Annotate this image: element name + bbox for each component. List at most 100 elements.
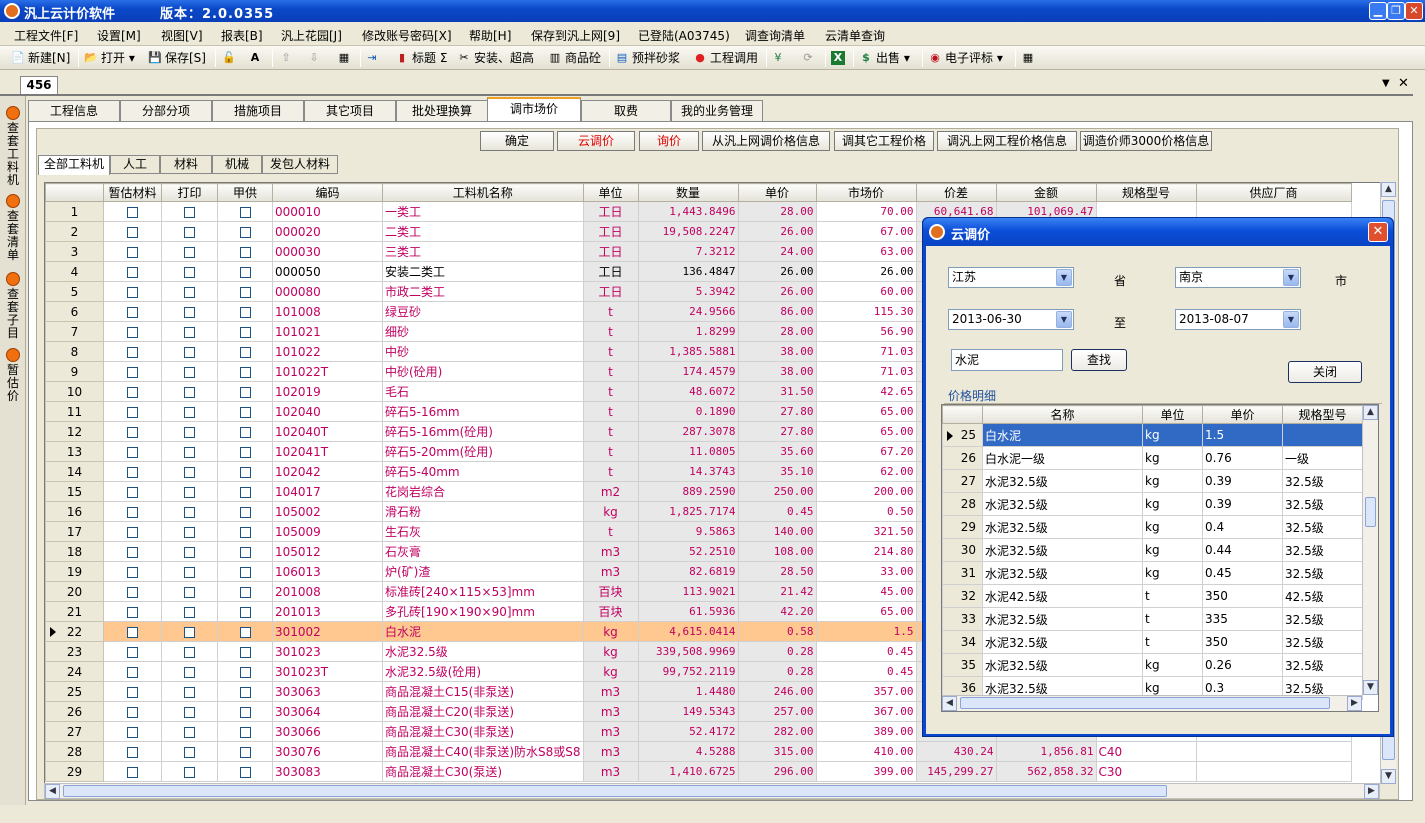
cost-engineer-price-button[interactable]: 调造价师3000价格信息 [1080, 131, 1212, 151]
print-checkbox[interactable] [161, 761, 218, 782]
checkbox[interactable] [184, 566, 195, 578]
detail-row[interactable]: 31 水泥32.5级 kg 0.45 32.5级 [942, 561, 1363, 585]
checkbox[interactable] [127, 246, 138, 258]
owner-supply-checkbox[interactable] [217, 581, 273, 602]
table-row[interactable]: 29 303083 商品混凝土C30(泵送) m3 1,410.6725 296.00 39… [45, 761, 1352, 782]
detail-col-price[interactable]: 单价 [1202, 405, 1283, 424]
code-cell[interactable]: 102040T [272, 421, 383, 442]
online-project-price-button[interactable]: 调汎上网工程价格信息 [937, 131, 1077, 151]
col-print[interactable]: 打印 [161, 183, 218, 202]
print-checkbox[interactable] [161, 621, 218, 642]
owner-supply-checkbox[interactable] [217, 461, 273, 482]
open-button[interactable]: 📂 打开 ▾ [83, 48, 135, 68]
col-unit[interactable]: 单位 [582, 183, 639, 202]
checkbox[interactable] [239, 706, 251, 718]
scroll-left-icon[interactable]: ◀ [45, 784, 60, 799]
estimate-checkbox[interactable] [103, 301, 162, 322]
maximize-icon[interactable]: ❐ [1387, 2, 1405, 20]
market-price-cell[interactable]: 71.03 [815, 361, 917, 382]
tab-dropdown-icon[interactable]: ▼ [1382, 78, 1390, 89]
code-cell[interactable]: 101022 [272, 341, 383, 362]
move-down-button[interactable]: ⇩ [306, 48, 324, 68]
name-cell[interactable]: 水泥32.5级 [382, 641, 584, 662]
owner-supply-checkbox[interactable] [217, 661, 273, 682]
code-cell[interactable]: 301023T [272, 661, 383, 682]
owner-supply-checkbox[interactable] [217, 701, 273, 722]
owner-supply-checkbox[interactable] [217, 521, 273, 542]
confirm-button[interactable]: 确定 [480, 131, 554, 151]
cloud-price-button[interactable]: 云调价 [557, 131, 635, 151]
menu-logged-in[interactable]: 已登陆(A03745) [638, 27, 730, 44]
estimate-checkbox[interactable] [103, 381, 162, 402]
estimate-checkbox[interactable] [103, 621, 162, 642]
checkbox[interactable] [184, 666, 195, 678]
print-checkbox[interactable] [161, 441, 218, 462]
name-cell[interactable]: 标准砖[240×115×53]mm [382, 581, 584, 602]
market-price-cell[interactable]: 63.00 [815, 241, 917, 262]
name-cell[interactable]: 花岗岩综合 [382, 481, 584, 502]
code-cell[interactable]: 102042 [272, 461, 383, 482]
estimate-checkbox[interactable] [103, 741, 162, 762]
checkbox[interactable] [184, 466, 195, 478]
filter-all[interactable]: 全部工料机 [38, 155, 110, 175]
concrete-button[interactable]: ▥ 商品砼 [547, 48, 601, 68]
checkbox[interactable] [239, 546, 251, 558]
menu-file[interactable]: 工程文件[F] [14, 27, 78, 44]
checkbox[interactable] [184, 646, 195, 658]
owner-supply-checkbox[interactable] [217, 221, 273, 242]
market-price-cell[interactable]: 410.00 [815, 741, 917, 762]
owner-supply-checkbox[interactable] [217, 321, 273, 342]
print-checkbox[interactable] [161, 661, 218, 682]
market-price-cell[interactable]: 71.03 [815, 341, 917, 362]
market-price-cell[interactable]: 67.00 [815, 221, 917, 242]
detail-scroll-thumb[interactable] [1365, 497, 1376, 527]
market-price-cell[interactable]: 321.50 [815, 521, 917, 542]
menu-help[interactable]: 帮助[H] [469, 27, 511, 44]
checkbox[interactable] [239, 406, 251, 418]
col-spec[interactable]: 规格型号 [1095, 183, 1197, 202]
estimate-checkbox[interactable] [103, 541, 162, 562]
market-price-cell[interactable]: 33.00 [815, 561, 917, 582]
owner-supply-checkbox[interactable] [217, 361, 273, 382]
detail-row[interactable]: 29 水泥32.5级 kg 0.4 32.5级 [942, 515, 1363, 539]
code-cell[interactable]: 303083 [272, 761, 383, 782]
estimate-checkbox[interactable] [103, 601, 162, 622]
detail-col-spec[interactable]: 规格型号 [1282, 405, 1363, 424]
code-cell[interactable]: 101008 [272, 301, 383, 322]
checkbox[interactable] [127, 266, 138, 278]
estimate-checkbox[interactable] [103, 441, 162, 462]
grid-horizontal-scrollbar[interactable]: ◀ ▶ [44, 783, 1380, 799]
date-from-select[interactable]: 2013-06-30 ▼ [948, 309, 1074, 330]
code-cell[interactable]: 000050 [272, 261, 383, 282]
estimate-checkbox[interactable] [103, 521, 162, 542]
calendar-button[interactable]: ▦ [1020, 48, 1038, 68]
checkbox[interactable] [127, 426, 138, 438]
checkbox[interactable] [239, 246, 251, 258]
checkbox[interactable] [184, 486, 195, 498]
owner-supply-checkbox[interactable] [217, 561, 273, 582]
checkbox[interactable] [184, 306, 195, 318]
market-price-cell[interactable]: 60.00 [815, 281, 917, 302]
detail-row[interactable]: 27 水泥32.5级 kg 0.39 32.5级 [942, 469, 1363, 493]
owner-supply-checkbox[interactable] [217, 741, 273, 762]
spec-cell[interactable]: C30 [1095, 761, 1197, 782]
owner-supply-checkbox[interactable] [217, 641, 273, 662]
checkbox[interactable] [239, 766, 251, 778]
market-price-cell[interactable]: 0.45 [815, 641, 917, 662]
chevron-down-icon[interactable]: ▼ [1056, 311, 1072, 328]
estimate-checkbox[interactable] [103, 481, 162, 502]
side-tab-subitem[interactable]: 查套子目 [3, 272, 23, 340]
tab-other[interactable]: 其它项目 [304, 100, 396, 122]
code-cell[interactable]: 102040 [272, 401, 383, 422]
checkbox[interactable] [239, 606, 251, 618]
scroll-up-icon[interactable]: ▲ [1363, 405, 1378, 420]
name-cell[interactable]: 毛石 [382, 381, 584, 402]
checkbox[interactable] [127, 346, 138, 358]
checkbox[interactable] [239, 446, 251, 458]
move-up-button[interactable]: ⇧ [278, 48, 296, 68]
checkbox[interactable] [239, 346, 251, 358]
checkbox[interactable] [127, 726, 138, 738]
name-cell[interactable]: 碎石5-40mm [382, 461, 584, 482]
print-checkbox[interactable] [161, 201, 218, 222]
name-cell[interactable]: 中砂 [382, 341, 584, 362]
